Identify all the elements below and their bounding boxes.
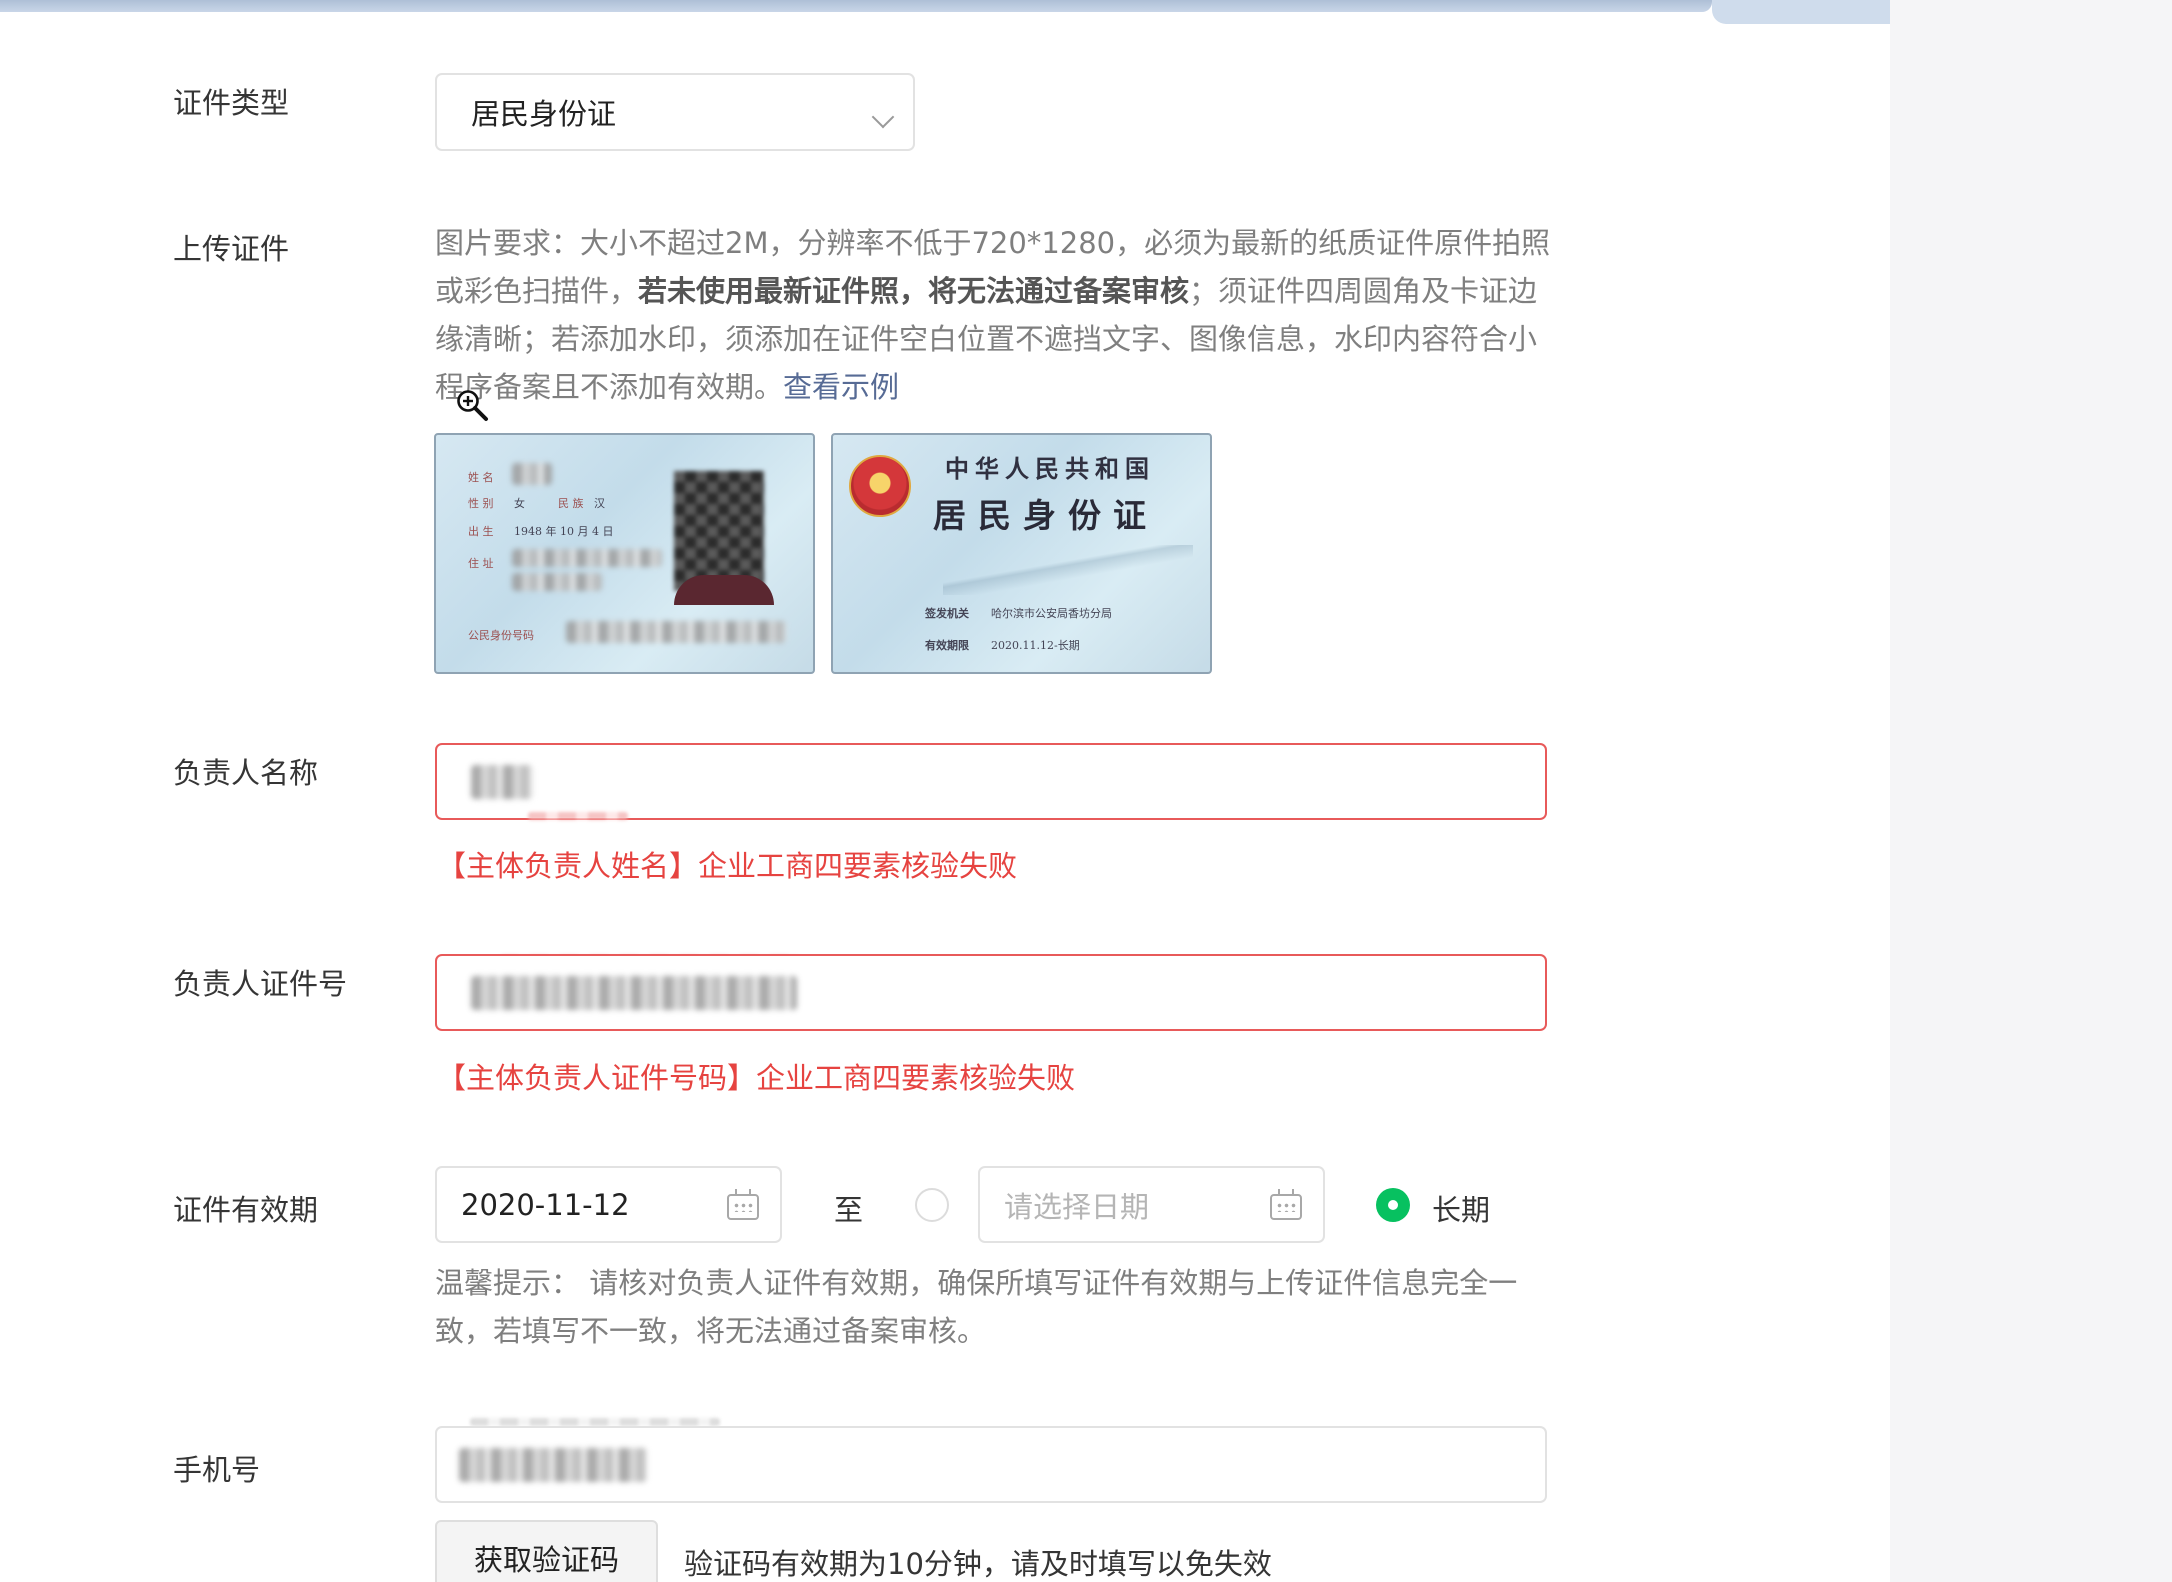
id-front-name-label: 姓 名 — [468, 471, 494, 484]
id-front-birth: 1948 年 10 月 4 日 — [514, 525, 614, 538]
cert-type-select[interactable]: 居民身份证 — [435, 73, 915, 151]
id-back-title-1: 中华人民共和国 — [945, 454, 1155, 483]
side-panel-top — [1890, 0, 2172, 24]
id-number-label: 负责人证件号 — [173, 967, 348, 1001]
id-back-authority: 哈尔滨市公安局香坊分局 — [991, 607, 1112, 620]
validity-hint: 温馨提示： 请核对负责人证件有效期，确保所填写证件有效期与上传证件信息完全一致，… — [435, 1266, 1518, 1348]
id-front-photo — [674, 471, 764, 591]
calendar-icon — [727, 1189, 759, 1220]
id-front-number-label: 公民身份号码 — [468, 629, 534, 642]
id-back-validity: 2020.11.12-长期 — [991, 639, 1080, 652]
id-card-front-image[interactable]: 姓 名 性 别 女 民 族 汉 出 生 1948 年 10 月 4 日 住 址 … — [434, 433, 815, 674]
validity-end-placeholder: 请选择日期 — [1004, 1189, 1150, 1224]
id-front-address-blur — [512, 549, 662, 567]
id-number-value-blur — [471, 975, 797, 1010]
id-back-validity-label: 有效期限 — [925, 639, 969, 652]
id-front-birth-label: 出 生 — [468, 525, 494, 538]
phone-label: 手机号 — [173, 1453, 261, 1487]
id-back-authority-label: 签发机关 — [925, 607, 969, 620]
id-number-error: 【主体负责人证件号码】企业工商四要素核验失败 — [437, 1061, 1076, 1095]
validity-start-value: 2020-11-12 — [461, 1187, 630, 1222]
id-front-ethnicity: 汉 — [594, 497, 605, 510]
zoom-in-cursor-icon — [457, 390, 488, 421]
upload-label: 上传证件 — [173, 232, 290, 266]
id-back-title-2: 居民身份证 — [933, 496, 1158, 535]
validity-end-date[interactable]: 请选择日期 — [978, 1166, 1325, 1243]
id-front-address-blur-2 — [512, 573, 602, 591]
name-error: 【主体负责人姓名】企业工商四要素核验失败 — [437, 849, 1018, 883]
national-emblem-icon — [849, 455, 911, 517]
id-front-number-blur — [566, 621, 786, 643]
validity-start-date[interactable]: 2020-11-12 — [435, 1166, 782, 1243]
upload-hint: 图片要求：大小不超过2M，分辨率不低于720*1280，必须为最新的纸质证件原件… — [435, 219, 1555, 411]
validity-label: 证件有效期 — [173, 1193, 319, 1227]
id-front-photo-body — [674, 575, 774, 605]
validity-to-text: 至 — [834, 1193, 864, 1227]
id-number-input[interactable] — [435, 954, 1547, 1031]
side-panel — [1890, 24, 2172, 1582]
cert-type-label: 证件类型 — [173, 86, 290, 120]
upload-hint-bold: 若未使用最新证件照，将无法通过备案审核 — [638, 274, 1190, 308]
id-front-address-label: 住 址 — [468, 557, 494, 570]
id-front-gender-label: 性 别 — [468, 497, 494, 510]
end-date-radio[interactable] — [915, 1188, 949, 1222]
code-hint: 验证码有效期为10分钟，请及时填写以免失效 — [684, 1547, 1272, 1581]
id-card-back-image[interactable]: 中华人民共和国 居民身份证 签发机关 哈尔滨市公安局香坊分局 有效期限 2020… — [831, 433, 1212, 674]
get-code-button[interactable]: 获取验证码 — [435, 1520, 658, 1582]
calendar-icon-end — [1270, 1189, 1302, 1220]
name-value-blur — [471, 764, 533, 799]
id-back-watermark — [943, 545, 1193, 595]
id-front-name-blur — [512, 463, 552, 485]
long-term-radio[interactable] — [1376, 1188, 1410, 1222]
name-input[interactable] — [435, 743, 1547, 820]
phone-blur-shadow — [470, 1418, 720, 1426]
cert-type-value: 居民身份证 — [471, 97, 617, 131]
phone-value-blur — [459, 1447, 647, 1482]
name-label: 负责人名称 — [173, 756, 319, 790]
name-value-blur-shadow — [528, 812, 628, 820]
view-example-link[interactable]: 查看示例 — [783, 370, 899, 404]
phone-input[interactable] — [435, 1426, 1547, 1503]
browser-top-strip — [0, 0, 1712, 12]
id-front-ethnicity-label: 民 族 — [558, 497, 584, 510]
id-front-gender: 女 — [514, 497, 525, 510]
chevron-down-icon — [871, 105, 895, 129]
long-term-label[interactable]: 长期 — [1432, 1187, 1490, 1229]
